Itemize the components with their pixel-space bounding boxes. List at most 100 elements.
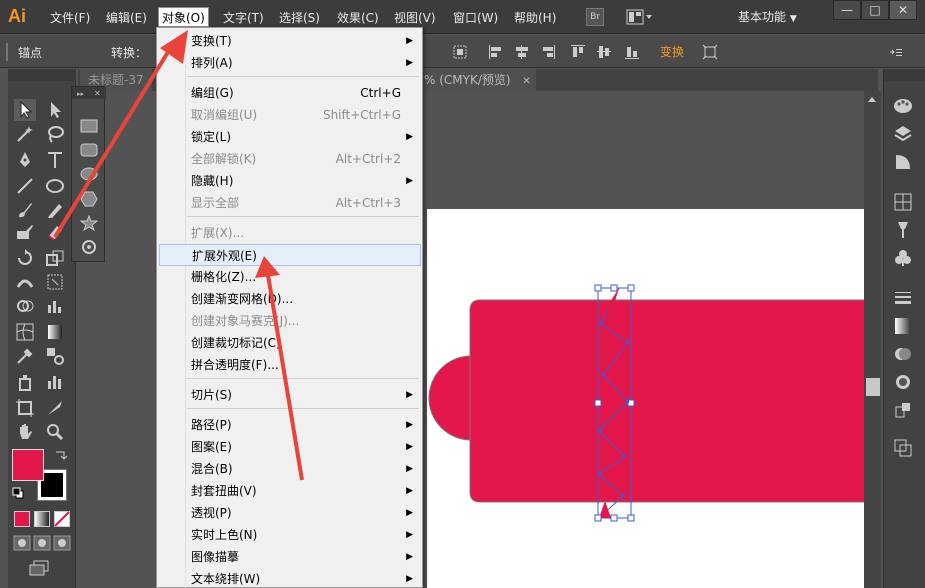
tab-current-document[interactable]: % (CMYK/预览) ✕ (416, 69, 536, 91)
close-icon[interactable]: ✕ (522, 76, 530, 87)
layers-icon[interactable] (892, 123, 914, 145)
default-colors-icon[interactable] (12, 487, 24, 499)
hand-tool-icon[interactable] (14, 421, 36, 443)
close-button[interactable]: ✕ (889, 0, 917, 20)
menu-item[interactable]: 变换(T) ▶ (159, 30, 421, 52)
menu-item[interactable]: 切片(S) ▶ (159, 384, 421, 406)
rounded-rectangle-tool-icon[interactable] (80, 143, 98, 157)
artboard-tool-icon[interactable] (14, 397, 36, 419)
align-left-icon[interactable] (488, 44, 504, 60)
menu-select[interactable]: 选择(S) (279, 8, 320, 28)
menu-item[interactable]: 文本绕排(W) ▶ (159, 568, 421, 588)
align-right-icon[interactable] (540, 44, 556, 60)
symbol-sprayer-tool-icon[interactable] (14, 371, 36, 393)
none-mode-icon[interactable] (54, 511, 70, 527)
minimize-button[interactable]: — (833, 0, 861, 20)
swap-fill-stroke-icon[interactable] (54, 449, 68, 461)
symbols-icon[interactable] (892, 247, 914, 269)
menu-item[interactable]: 隐藏(H) ▶ (159, 170, 421, 192)
menu-item[interactable]: 实时上色(N) ▶ (159, 524, 421, 546)
brushes-icon[interactable] (892, 219, 914, 241)
polygon-tool-icon[interactable] (80, 191, 98, 207)
zoom-tool-icon[interactable] (44, 421, 66, 443)
graph-tool-icon[interactable] (44, 295, 66, 317)
menu-item[interactable]: 编组(G) Ctrl+G (159, 82, 421, 104)
magic-wand-tool-icon[interactable] (14, 123, 36, 145)
menu-item[interactable]: 创建渐变网格(D)... (159, 288, 421, 310)
ellipse-flyout-icon[interactable] (80, 167, 98, 181)
slice-tool-icon[interactable] (44, 397, 66, 419)
stroke-icon[interactable] (892, 287, 914, 309)
paintbrush-tool-icon[interactable] (14, 199, 36, 221)
menu-item[interactable]: 透视(P) ▶ (159, 502, 421, 524)
menu-window[interactable]: 窗口(W) (453, 8, 498, 28)
menu-item[interactable]: 混合(B) ▶ (159, 458, 421, 480)
gradient-mode-button[interactable] (34, 511, 50, 527)
menu-effect[interactable]: 效果(C) (337, 8, 379, 28)
align-panel-icon[interactable] (892, 399, 914, 421)
menu-item[interactable]: 栅格化(Z)... (159, 266, 421, 288)
blob-brush-tool-icon[interactable] (14, 221, 36, 243)
menu-view[interactable]: 视图(V) (394, 8, 436, 28)
menu-item[interactable]: 扩展外观(E) (159, 244, 421, 266)
isolate-icon[interactable] (702, 44, 718, 60)
menu-type[interactable]: 文字(T) (223, 8, 264, 28)
bridge-button[interactable]: Br (586, 8, 604, 26)
star-tool-icon[interactable] (80, 215, 98, 231)
scale-tool-icon[interactable] (44, 247, 66, 269)
selection-tool-icon[interactable] (14, 99, 36, 121)
ellipse-tool-icon[interactable] (44, 175, 66, 197)
menu-item[interactable]: 路径(P) ▶ (159, 414, 421, 436)
align-top-icon[interactable] (570, 44, 586, 60)
arrange-documents-icon[interactable] (626, 9, 654, 25)
screen-mode-icon[interactable] (28, 559, 50, 577)
menu-edit[interactable]: 编辑(E) (106, 8, 147, 28)
artboards-icon[interactable] (892, 437, 914, 459)
menu-item[interactable]: 图案(E) ▶ (159, 436, 421, 458)
gradient-icon[interactable] (892, 315, 914, 337)
rotate-tool-icon[interactable] (14, 247, 36, 269)
rectangle-tool-icon[interactable] (80, 119, 98, 133)
blend-tool-icon[interactable] (44, 345, 66, 367)
lasso-tool-icon[interactable] (44, 123, 66, 145)
type-tool-icon[interactable] (44, 149, 66, 171)
maximize-button[interactable]: □ (861, 0, 889, 20)
fill-swatch[interactable] (12, 449, 44, 481)
eraser-tool-icon[interactable] (44, 221, 66, 243)
menu-item[interactable]: 排列(A) ▶ (159, 52, 421, 74)
column-graph-tool-icon[interactable] (44, 371, 66, 393)
menu-item[interactable]: 创建裁切标记(C) (159, 332, 421, 354)
panel-menu-icon[interactable] (888, 44, 904, 60)
appearance-icon[interactable] (892, 371, 914, 393)
flare-tool-icon[interactable] (80, 239, 98, 255)
menu-item[interactable]: 图像描摹 ▶ (159, 546, 421, 568)
gradient-tool-icon[interactable] (44, 321, 66, 343)
transparency-icon[interactable] (892, 343, 914, 365)
scroll-thumb[interactable] (866, 378, 880, 396)
pencil-tool-icon[interactable] (44, 199, 66, 221)
line-tool-icon[interactable] (14, 175, 36, 197)
menu-object[interactable]: 对象(O) (158, 7, 209, 27)
draw-modes-icon[interactable] (12, 535, 72, 551)
align-center-icon[interactable] (514, 44, 530, 60)
menu-item[interactable]: 拼合透明度(F)... (159, 354, 421, 376)
workspace-switcher[interactable]: 基本功能 ▼ (738, 8, 797, 25)
pen-tool-icon[interactable] (14, 149, 36, 171)
scroll-up-icon[interactable] (867, 95, 877, 103)
align-middle-icon[interactable] (596, 44, 612, 60)
align-bottom-icon[interactable] (624, 44, 640, 60)
vertical-scrollbar[interactable] (864, 91, 881, 588)
align-options-icon[interactable] (452, 44, 468, 60)
transform-link[interactable]: 变换 (660, 43, 684, 60)
menu-item[interactable]: 封套扭曲(V) ▶ (159, 480, 421, 502)
free-transform-tool-icon[interactable] (44, 271, 66, 293)
menu-item[interactable]: 锁定(L) ▶ (159, 126, 421, 148)
mesh-tool-icon[interactable] (14, 321, 36, 343)
direct-selection-tool-icon[interactable] (44, 99, 66, 121)
shape-builder-tool-icon[interactable] (14, 295, 36, 317)
width-tool-icon[interactable] (14, 271, 36, 293)
color-palette-icon[interactable] (892, 95, 914, 117)
swatches-icon[interactable] (892, 191, 914, 213)
graphic-styles-icon[interactable] (892, 151, 914, 173)
menu-help[interactable]: 帮助(H) (514, 8, 556, 28)
